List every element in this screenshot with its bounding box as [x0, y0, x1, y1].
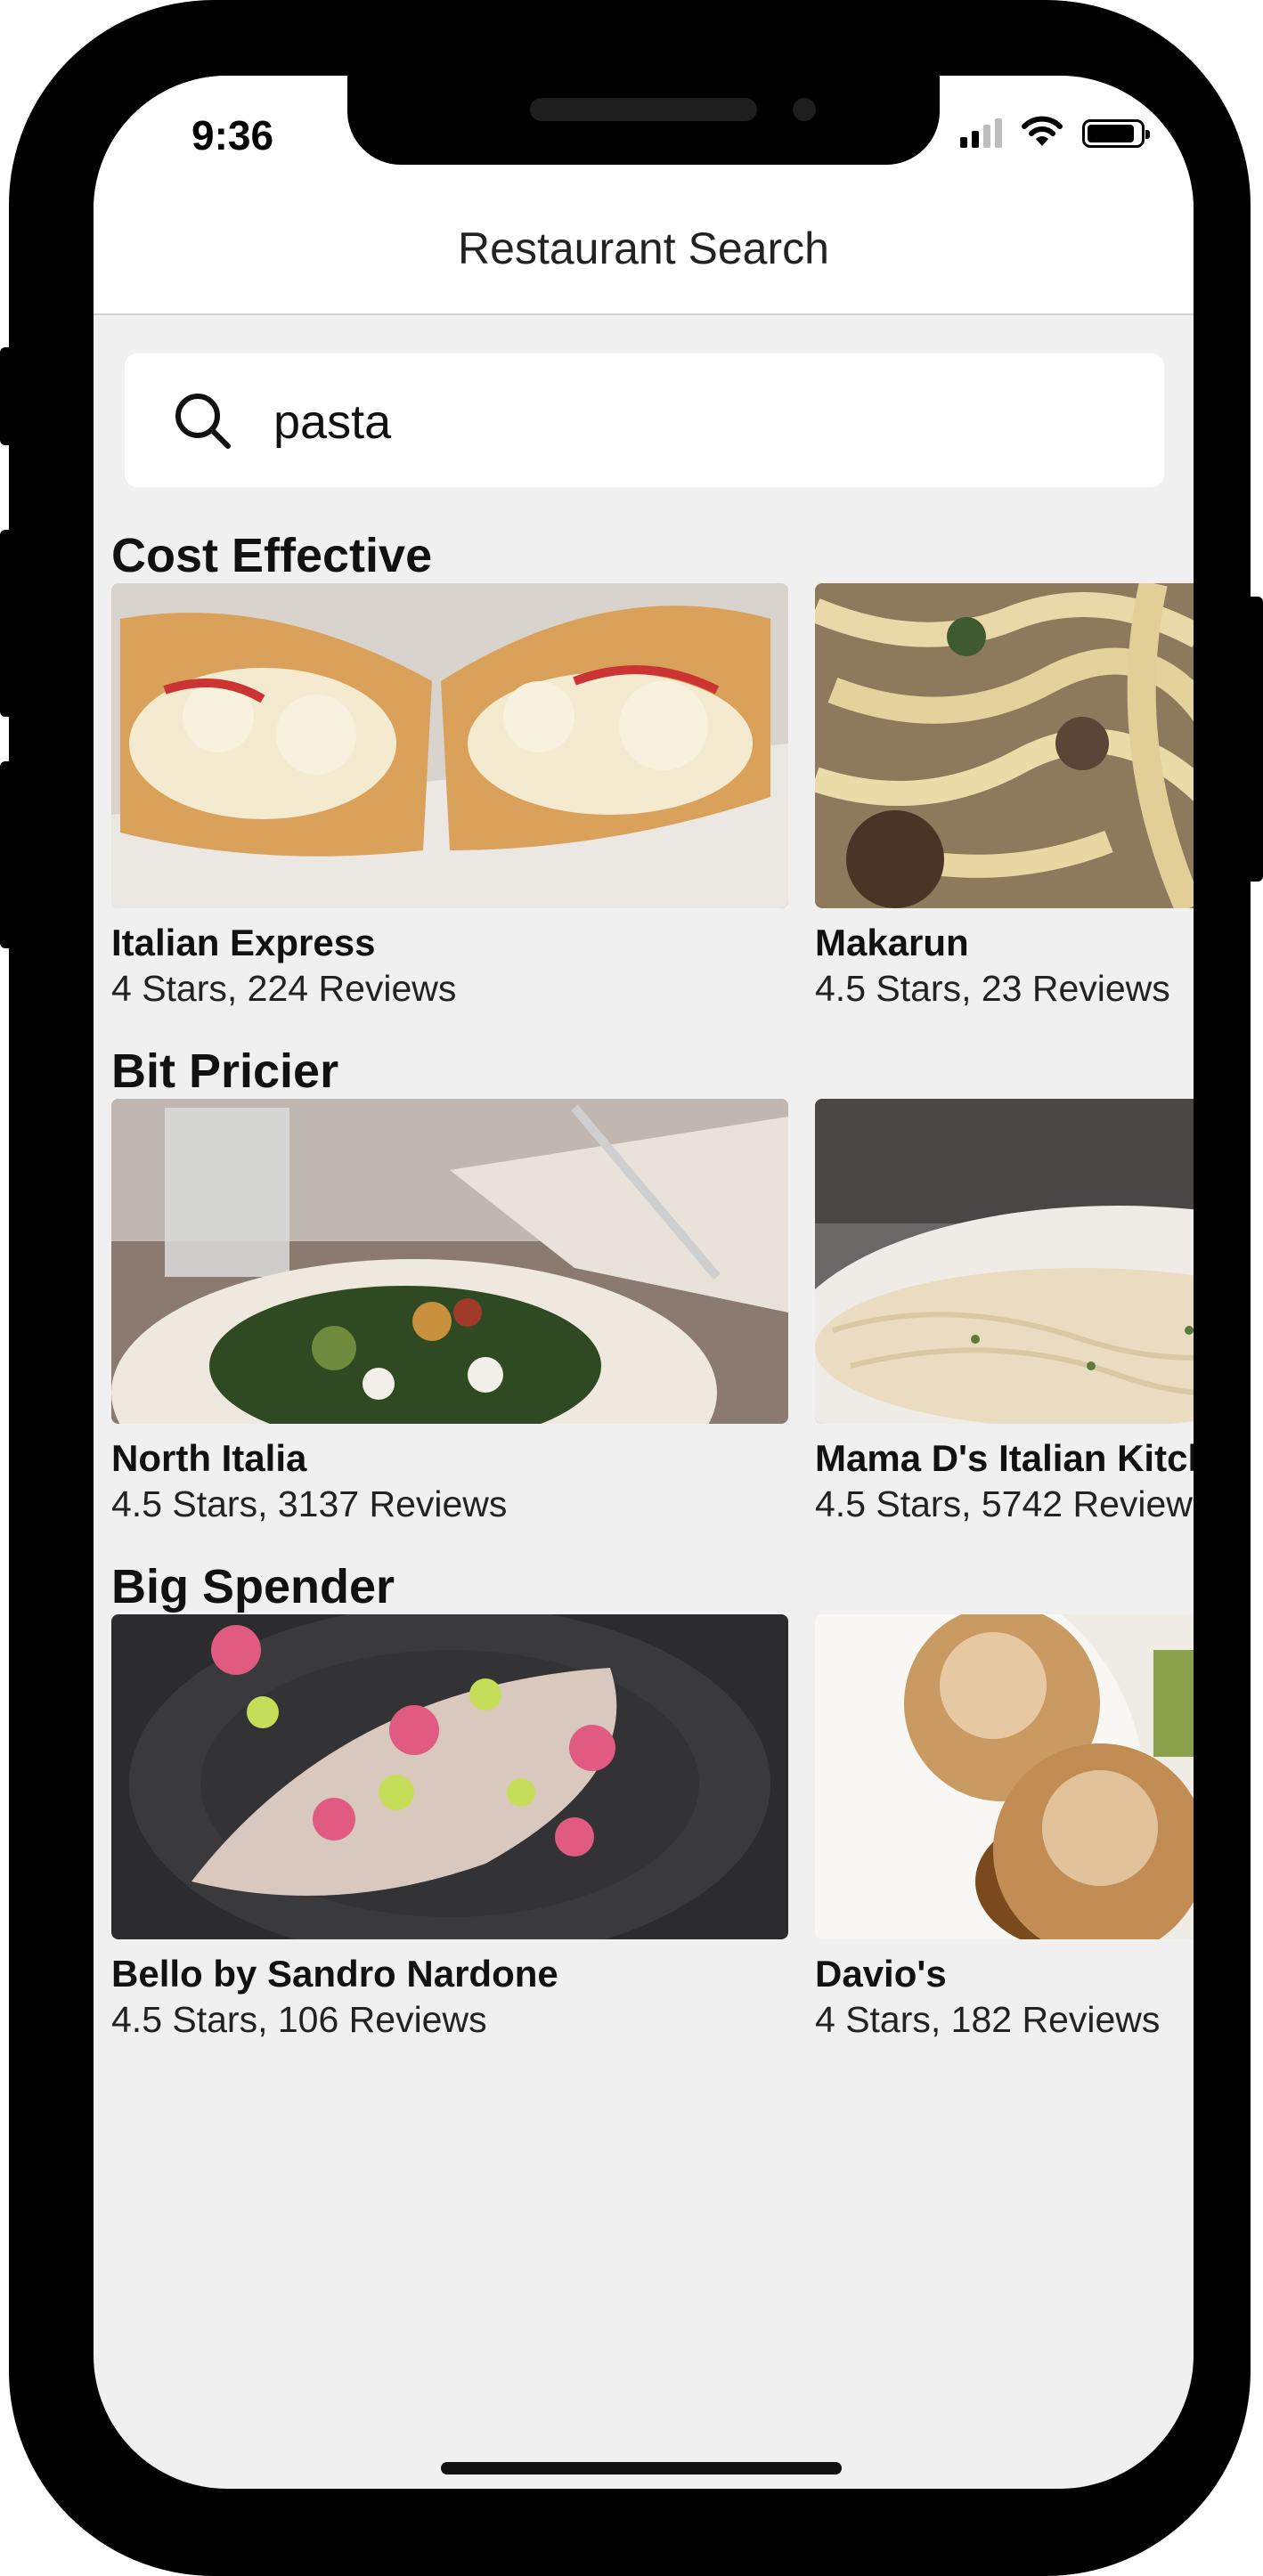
- restaurant-name: Davio's: [815, 1953, 947, 1995]
- restaurant-rating: 4 Stars, 182 Reviews: [815, 1999, 1161, 2040]
- restaurant-rating: 4.5 Stars, 5742 Reviews: [815, 1483, 1194, 1524]
- arancini-photo: [815, 1614, 1194, 1939]
- home-indicator[interactable]: [441, 2462, 842, 2474]
- restaurant-card[interactable]: North Italia 4.5 Stars, 3137 Reviews: [111, 1099, 788, 1524]
- restaurant-card[interactable]: Bello by Sandro Nardone 4.5 Stars, 106 R…: [111, 1614, 788, 2040]
- section-title: Big Spender: [111, 1560, 395, 1613]
- volume-down-button: [0, 761, 12, 948]
- restaurant-rating: 4 Stars, 224 Reviews: [111, 968, 457, 1009]
- restaurant-rating: 4.5 Stars, 23 Reviews: [815, 968, 1170, 1009]
- restaurant-name: Makarun: [815, 922, 969, 963]
- restaurant-card[interactable]: Mama D's Italian Kitchen 4.5 Stars, 5742…: [815, 1099, 1194, 1524]
- battery-icon: [1082, 119, 1150, 148]
- section-title: Cost Effective: [111, 529, 433, 582]
- search-input[interactable]: [272, 378, 1121, 465]
- restaurant-name: North Italia: [111, 1437, 307, 1479]
- fettuccine-photo: [815, 583, 1194, 908]
- wifi-icon: [1022, 116, 1063, 146]
- restaurant-card[interactable]: Makarun 4.5 Stars, 23 Reviews: [815, 583, 1194, 1009]
- notch: [347, 76, 940, 165]
- volume-up-button: [0, 530, 12, 717]
- search-bar[interactable]: [125, 353, 1164, 487]
- restaurant-name: Bello by Sandro Nardone: [111, 1953, 558, 1995]
- speaker-grille: [530, 98, 757, 121]
- restaurant-card[interactable]: Italian Express 4 Stars, 224 Reviews: [111, 583, 788, 1009]
- power-button: [1251, 597, 1263, 882]
- search-icon: [175, 394, 231, 449]
- restaurant-rating: 4.5 Stars, 106 Reviews: [111, 1999, 487, 2040]
- restaurant-name: Italian Express: [111, 922, 376, 963]
- restaurant-name: Mama D's Italian Kitchen: [815, 1437, 1194, 1479]
- restaurant-rating: 4.5 Stars, 3137 Reviews: [111, 1483, 508, 1524]
- restaurant-card[interactable]: Davio's 4 Stars, 182 Reviews: [815, 1614, 1194, 2040]
- meatball-sub-photo: [111, 583, 788, 908]
- screen: 9:36 Restaurant Search Cost Effective: [94, 76, 1194, 2489]
- silent-switch: [0, 347, 12, 445]
- front-camera: [793, 98, 816, 121]
- status-time: 9:36: [191, 112, 274, 158]
- kale-salad-photo: [111, 1099, 788, 1424]
- angel-hair-photo: [815, 1099, 1194, 1424]
- section-title: Bit Pricier: [111, 1044, 339, 1098]
- nav-title: Restaurant Search: [458, 223, 829, 273]
- status-icons: [960, 116, 1150, 148]
- crudo-photo: [111, 1614, 788, 1939]
- cellular-signal-icon: [960, 118, 1002, 148]
